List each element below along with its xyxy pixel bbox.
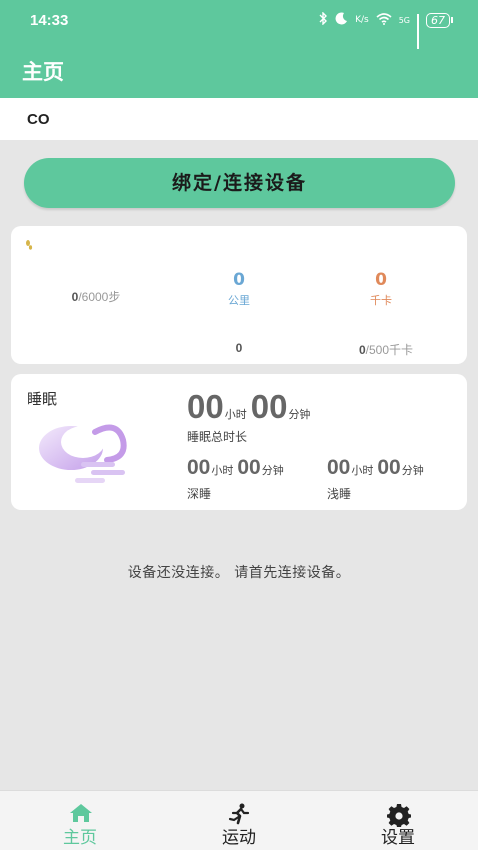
moon-icon [335, 12, 348, 28]
sleep-total-minutes: 00 [250, 388, 288, 425]
nav-tab-home[interactable]: 主页 [30, 791, 130, 850]
running-icon [228, 803, 250, 825]
sleep-title: 睡眠 [27, 390, 58, 408]
hour-unit: 小时 [224, 408, 247, 421]
calories-label: 千卡 [370, 294, 392, 307]
device-name: CO [27, 111, 50, 128]
sleep-total-label: 睡眠总时长 [187, 430, 248, 444]
light-sleep-label: 浅睡 [327, 487, 352, 501]
minute-unit: 分钟 [288, 408, 311, 421]
sleep-card[interactable]: 睡眠 00小时 00分钟 睡眠总时长 00小时 00分钟 深睡 00小时 00分钟 浅… [11, 374, 467, 510]
status-icons: K/s 5G 67 [318, 11, 453, 49]
minute-unit: 分钟 [401, 464, 424, 477]
minute-unit: 分钟 [261, 464, 284, 477]
app-header: 14:33 K/s 5G 67 主页 [0, 0, 478, 98]
calories-progress: 0/500千卡 [331, 341, 441, 358]
deep-sleep-label: 深睡 [187, 487, 212, 501]
deep-hours: 00 [187, 456, 211, 479]
device-not-connected-notice: 设备还没连接。 请首先连接设备。 [127, 565, 351, 581]
hour-unit: 小时 [211, 464, 234, 477]
network-speed: K/s [355, 15, 369, 25]
light-sleep-duration: 00小时 00分钟 [327, 456, 428, 480]
distance-value: 0 [233, 270, 245, 290]
bluetooth-icon [318, 11, 328, 28]
bind-connect-device-button[interactable]: 绑定/连接设备 [24, 158, 455, 208]
nav-label-sport: 运动 [222, 828, 256, 848]
footsteps-icon [25, 240, 33, 253]
status-bar: 14:33 K/s 5G 67 [0, 0, 478, 49]
light-hours: 00 [327, 456, 351, 479]
battery-icon: 67 [426, 12, 453, 28]
distance-bottom-value: 0 [235, 341, 243, 355]
device-bar[interactable]: CO [0, 98, 478, 140]
distance-label: 公里 [228, 294, 250, 307]
calories-goal: /500千卡 [365, 343, 414, 357]
nav-tab-sport[interactable]: 运动 [189, 791, 289, 850]
page-title: 主页 [22, 60, 64, 84]
steps-goal: /6000步 [78, 290, 121, 304]
sleep-total-duration: 00小时 00分钟 [187, 388, 314, 426]
deep-minutes: 00 [237, 456, 261, 479]
calories-value: 0 [375, 270, 387, 290]
wifi-icon [376, 12, 392, 28]
sleep-total-hours: 00 [187, 388, 224, 425]
light-minutes: 00 [377, 456, 401, 479]
nav-label-settings: 设置 [381, 828, 415, 848]
calories-current: 0 [358, 343, 366, 357]
activity-stats-card: 0/6000步 0 公里 0 千卡 0 0/500千卡 [11, 226, 467, 364]
home-icon [70, 804, 92, 822]
nav-label-home: 主页 [63, 828, 97, 848]
steps-progress: 0/6000步 [41, 288, 151, 305]
status-time: 14:33 [30, 12, 69, 29]
bottom-navigation: 主页 运动 设置 [0, 790, 478, 850]
hour-unit: 小时 [351, 464, 374, 477]
signal-icon [417, 14, 419, 49]
deep-sleep-duration: 00小时 00分钟 [187, 456, 288, 480]
nav-tab-settings[interactable]: 设置 [348, 791, 448, 850]
network-type: 5G [398, 15, 410, 25]
sleep-moon-icon [31, 414, 141, 490]
